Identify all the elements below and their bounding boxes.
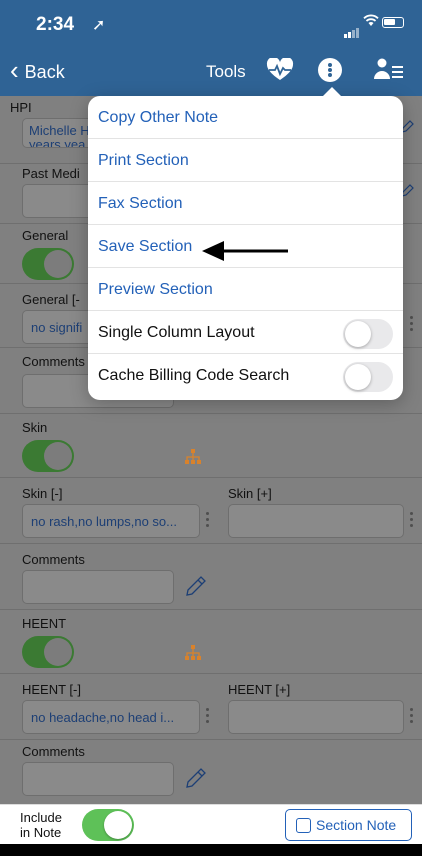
include-in-note-toggle[interactable] xyxy=(82,809,134,841)
heent-toggle[interactable] xyxy=(22,636,74,668)
section-note-button[interactable]: Section Note xyxy=(285,809,412,841)
include-in-note-label: Include in Note xyxy=(20,810,62,840)
menu-item-print-section[interactable]: Print Section xyxy=(88,139,403,182)
section-comments-heent: Comments xyxy=(0,740,422,804)
hpi-label: HPI xyxy=(10,100,32,115)
pencil-icon[interactable] xyxy=(184,766,208,790)
menu-item-fax-section[interactable]: Fax Section xyxy=(88,182,403,225)
wifi-icon xyxy=(363,14,379,31)
more-vertical-icon[interactable] xyxy=(410,316,414,334)
comments-label: Comments xyxy=(22,744,85,759)
include-label-line2: in Note xyxy=(20,825,62,840)
section-note-label: Section Note xyxy=(316,817,397,833)
comments-label: Comments xyxy=(22,354,85,369)
more-vertical-icon[interactable] xyxy=(410,512,414,530)
status-bar: 2:34 ➚ xyxy=(0,0,422,46)
more-vertical-icon[interactable] xyxy=(410,708,414,726)
battery-icon xyxy=(382,17,404,28)
comments-skin-field[interactable] xyxy=(22,570,174,604)
menu-item-single-column-layout: Single Column Layout xyxy=(88,311,403,354)
section-comments-skin: Comments xyxy=(0,544,422,610)
tools-button[interactable]: Tools xyxy=(206,62,246,82)
location-icon: ➚ xyxy=(92,17,106,34)
menu-item-copy-other-note[interactable]: Copy Other Note xyxy=(88,96,403,139)
skin-toggle[interactable] xyxy=(22,440,74,472)
menu-item-label: Single Column Layout xyxy=(98,324,255,341)
heent-label: HEENT xyxy=(22,616,67,631)
annotation-arrow-icon xyxy=(202,241,288,261)
heent-pos-field[interactable] xyxy=(228,700,404,734)
single-column-toggle[interactable] xyxy=(343,319,393,349)
menu-item-preview-section[interactable]: Preview Section xyxy=(88,268,403,311)
section-skin: Skin xyxy=(0,414,422,478)
menu-item-label: Save Section xyxy=(98,238,193,255)
general-neg-label: General [- xyxy=(22,292,80,307)
section-skin-findings: Skin [-] no rash,no lumps,no so... Skin … xyxy=(0,478,422,544)
chevron-left-icon: ‹ xyxy=(10,55,19,85)
more-vertical-icon[interactable] xyxy=(206,708,210,726)
hierarchy-icon[interactable] xyxy=(184,645,202,661)
skin-pos-label: Skin [+] xyxy=(228,486,272,501)
general-toggle[interactable] xyxy=(22,248,74,280)
section-heent-findings: HEENT [-] no headache,no head i... HEENT… xyxy=(0,674,422,740)
menu-item-label: Preview Section xyxy=(98,281,213,298)
hierarchy-icon[interactable] xyxy=(184,449,202,465)
skin-neg-label: Skin [-] xyxy=(22,486,63,501)
nav-bar: ‹ Back Tools xyxy=(0,46,422,96)
pencil-icon[interactable] xyxy=(184,574,208,598)
cache-billing-toggle[interactable] xyxy=(343,362,393,392)
past-medical-label: Past Medi xyxy=(22,166,80,181)
footer-bar: Include in Note Section Note xyxy=(0,804,422,844)
heent-neg-label: HEENT [-] xyxy=(22,682,81,697)
back-label: Back xyxy=(24,62,65,82)
menu-item-label: Copy Other Note xyxy=(98,109,219,126)
menu-item-label: Print Section xyxy=(98,152,189,169)
back-button[interactable]: ‹ Back xyxy=(10,55,65,86)
home-indicator-bar xyxy=(0,844,422,856)
menu-item-label: Cache Billing Code Search xyxy=(98,367,290,384)
include-label-line1: Include xyxy=(20,810,62,825)
skin-neg-field[interactable]: no rash,no lumps,no so... xyxy=(22,504,200,538)
status-time: 2:34 xyxy=(36,14,75,35)
section-heent: HEENT xyxy=(0,610,422,674)
patient-list-icon[interactable] xyxy=(374,57,404,86)
comments-heent-field[interactable] xyxy=(22,762,174,796)
general-label: General xyxy=(22,228,69,243)
signal-icon xyxy=(344,20,360,38)
heent-pos-label: HEENT [+] xyxy=(228,682,291,697)
checkbox-icon xyxy=(296,818,311,833)
skin-label: Skin xyxy=(22,420,48,435)
more-vertical-icon[interactable] xyxy=(206,512,210,530)
menu-item-cache-billing-code-search: Cache Billing Code Search xyxy=(88,354,403,397)
heent-neg-field[interactable]: no headache,no head i... xyxy=(22,700,200,734)
menu-item-label: Fax Section xyxy=(98,195,183,212)
comments-label: Comments xyxy=(22,552,85,567)
skin-pos-field[interactable] xyxy=(228,504,404,538)
more-options-icon[interactable] xyxy=(318,58,342,82)
heart-monitor-icon[interactable] xyxy=(266,56,294,87)
